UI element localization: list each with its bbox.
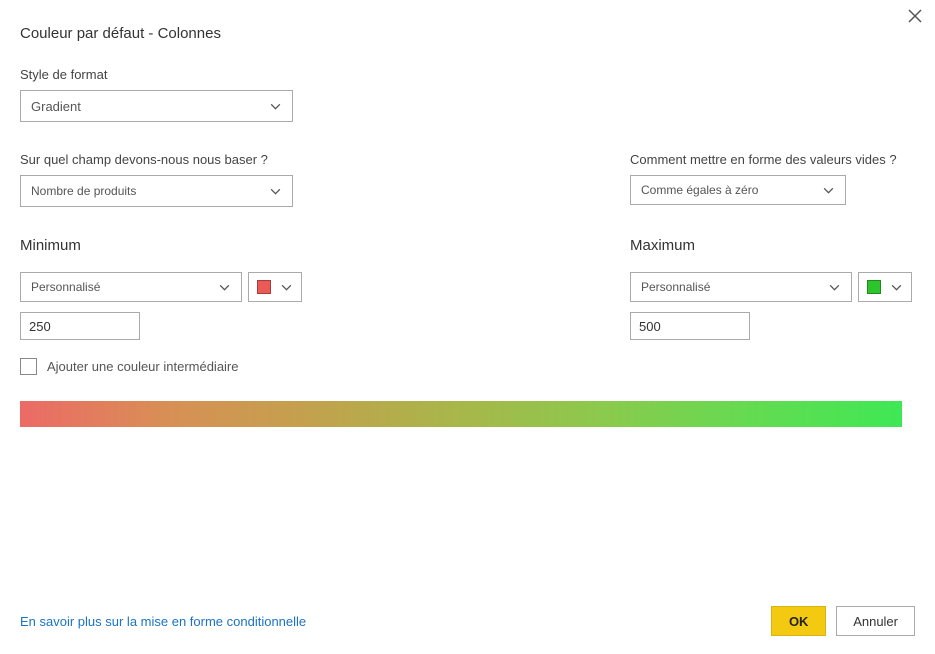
minimum-value-input[interactable] <box>20 312 140 340</box>
close-button[interactable] <box>905 6 925 26</box>
maximum-mode-select[interactable]: Personnalisé <box>630 272 852 302</box>
ok-button[interactable]: OK <box>771 606 826 636</box>
format-style-label: Style de format <box>20 67 915 82</box>
chevron-down-icon <box>822 184 835 197</box>
empty-values-select[interactable]: Comme égales à zéro <box>630 175 846 205</box>
maximum-color-swatch <box>867 280 881 294</box>
minimum-mode-value: Personnalisé <box>31 280 100 294</box>
close-icon <box>908 9 922 23</box>
maximum-value-input[interactable] <box>630 312 750 340</box>
minimum-color-swatch <box>257 280 271 294</box>
chevron-down-icon <box>890 281 903 294</box>
empty-values-label: Comment mettre en forme des valeurs vide… <box>630 152 915 167</box>
gradient-preview <box>20 401 902 427</box>
minimum-color-picker[interactable] <box>248 272 302 302</box>
learn-more-link[interactable]: En savoir plus sur la mise en forme cond… <box>20 614 306 629</box>
chevron-down-icon <box>218 281 231 294</box>
chevron-down-icon <box>280 281 293 294</box>
mid-color-checkbox[interactable] <box>20 358 37 375</box>
maximum-mode-value: Personnalisé <box>641 280 710 294</box>
dialog-title: Couleur par défaut - Colonnes <box>20 25 915 42</box>
mid-color-label: Ajouter une couleur intermédiaire <box>47 359 239 374</box>
based-on-label: Sur quel champ devons-nous nous baser ? <box>20 152 630 167</box>
format-style-value: Gradient <box>31 99 81 114</box>
maximum-color-picker[interactable] <box>858 272 912 302</box>
based-on-select[interactable]: Nombre de produits <box>20 175 293 207</box>
empty-values-value: Comme égales à zéro <box>641 183 758 197</box>
minimum-mode-select[interactable]: Personnalisé <box>20 272 242 302</box>
based-on-value: Nombre de produits <box>31 184 136 198</box>
format-style-select[interactable]: Gradient <box>20 90 293 122</box>
chevron-down-icon <box>269 100 282 113</box>
cancel-button[interactable]: Annuler <box>836 606 915 636</box>
chevron-down-icon <box>828 281 841 294</box>
chevron-down-icon <box>269 185 282 198</box>
minimum-heading: Minimum <box>20 237 630 254</box>
maximum-heading: Maximum <box>630 237 915 254</box>
